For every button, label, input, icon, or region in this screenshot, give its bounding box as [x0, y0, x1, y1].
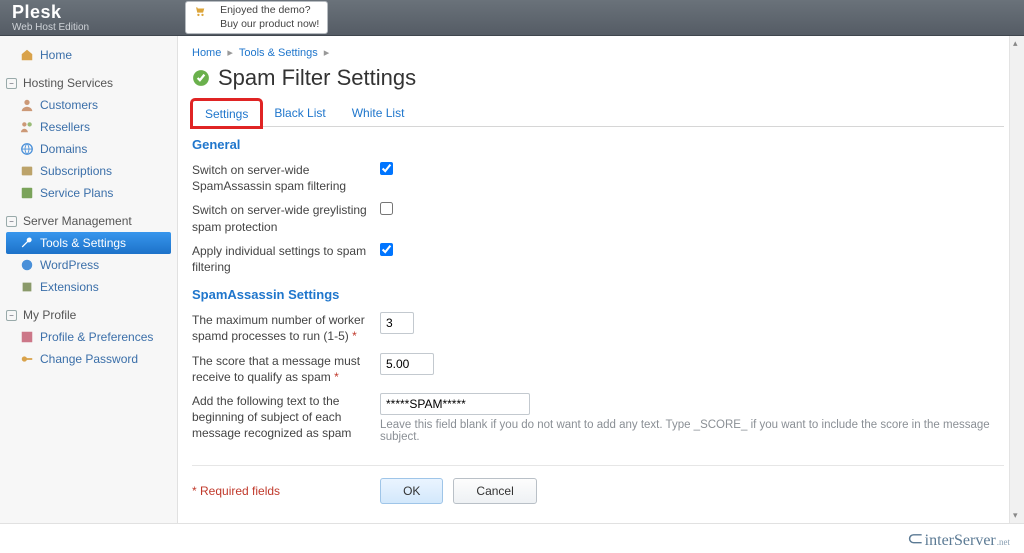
input-spam-score[interactable] [380, 353, 434, 375]
scrollbar[interactable] [1009, 36, 1024, 523]
checkbox-serverwide-filter[interactable] [380, 162, 393, 175]
divider [192, 465, 1004, 466]
section-spamassassin: SpamAssassin Settings [192, 287, 1004, 302]
tab-blacklist[interactable]: Black List [261, 99, 338, 126]
sidebar-group-hosting[interactable]: − Hosting Services [0, 66, 177, 94]
footer: ⊂interServer.net [0, 523, 1024, 553]
sidebar-item-domains[interactable]: Domains [0, 138, 177, 160]
demo-line2: Buy our product now! [220, 18, 319, 31]
label-individual-settings: Apply individual settings to spam filter… [192, 243, 368, 275]
demo-line1: Enjoyed the demo? [220, 4, 319, 17]
sidebar-item-extensions[interactable]: Extensions [0, 276, 177, 298]
breadcrumb: Home ▸ Tools & Settings ▸ [192, 46, 1004, 59]
input-subject-prefix[interactable] [380, 393, 530, 415]
sidebar-group-profile[interactable]: − My Profile [0, 298, 177, 326]
sidebar-item-tools-settings[interactable]: Tools & Settings [6, 232, 171, 254]
label-serverwide-filter: Switch on server-wide SpamAssassin spam … [192, 162, 368, 194]
tab-settings[interactable]: Settings [192, 100, 261, 127]
cart-icon [192, 5, 206, 19]
ok-button[interactable]: OK [380, 478, 443, 504]
subscription-icon [20, 164, 34, 178]
chevron-right-icon: ▸ [324, 46, 330, 59]
sidebar: Home − Hosting Services Customers Resell… [0, 36, 178, 523]
label-greylist: Switch on server-wide greylisting spam p… [192, 202, 368, 234]
sidebar-item-resellers[interactable]: Resellers [0, 116, 177, 138]
cancel-button[interactable]: Cancel [453, 478, 536, 504]
chevron-right-icon: ▸ [227, 46, 233, 59]
sidebar-item-label: Customers [40, 98, 98, 112]
required-fields-note: * Required fields [192, 484, 280, 498]
checkbox-greylist[interactable] [380, 202, 393, 215]
sidebar-group-label: Server Management [23, 214, 132, 228]
home-icon [20, 48, 34, 62]
plans-icon [20, 186, 34, 200]
required-marker: * [352, 329, 357, 343]
wordpress-icon [20, 258, 34, 272]
sidebar-item-profile-prefs[interactable]: Profile & Preferences [0, 326, 177, 348]
sidebar-group-label: My Profile [23, 308, 76, 322]
sidebar-item-label: Subscriptions [40, 164, 112, 178]
sidebar-item-label: Service Plans [40, 186, 113, 200]
sidebar-item-subscriptions[interactable]: Subscriptions [0, 160, 177, 182]
check-circle-icon [192, 69, 210, 87]
brand-title: Plesk [12, 3, 89, 21]
label-subject-prefix: Add the following text to the beginning … [192, 393, 368, 442]
breadcrumb-tools[interactable]: Tools & Settings [239, 47, 318, 59]
required-marker: * [334, 370, 339, 384]
main-content: Home ▸ Tools & Settings ▸ Spam Filter Se… [178, 36, 1024, 523]
puzzle-icon [20, 280, 34, 294]
brand-subtitle: Web Host Edition [12, 23, 89, 33]
section-general: General [192, 137, 1004, 152]
key-icon [20, 352, 34, 366]
input-worker-processes[interactable] [380, 312, 414, 334]
wrench-icon [20, 236, 34, 250]
users-icon [20, 120, 34, 134]
label-spam-score: The score that a message must receive to… [192, 353, 368, 385]
sidebar-item-home[interactable]: Home [0, 44, 177, 66]
brand: Plesk Web Host Edition [12, 3, 89, 33]
demo-promo[interactable]: Enjoyed the demo? Buy our product now! [185, 1, 328, 33]
sidebar-item-label: Profile & Preferences [40, 330, 153, 344]
user-icon [20, 98, 34, 112]
sidebar-group-label: Hosting Services [23, 76, 113, 90]
sidebar-item-label: Change Password [40, 352, 138, 366]
hint-subject-prefix: Leave this field blank if you do not wan… [380, 419, 1004, 443]
sidebar-item-wordpress[interactable]: WordPress [0, 254, 177, 276]
collapse-icon: − [6, 216, 17, 227]
sidebar-item-label: Resellers [40, 120, 90, 134]
breadcrumb-home[interactable]: Home [192, 47, 221, 59]
tab-whitelist[interactable]: White List [339, 99, 418, 126]
sidebar-item-label: Home [40, 48, 72, 62]
sidebar-item-label: Tools & Settings [40, 236, 126, 250]
collapse-icon: − [6, 78, 17, 89]
sidebar-item-label: Domains [40, 142, 87, 156]
sidebar-item-service-plans[interactable]: Service Plans [0, 182, 177, 204]
collapse-icon: − [6, 310, 17, 321]
sidebar-item-label: WordPress [40, 258, 99, 272]
top-bar: Plesk Web Host Edition Enjoyed the demo?… [0, 0, 1024, 36]
globe-icon [20, 142, 34, 156]
checkbox-individual-settings[interactable] [380, 243, 393, 256]
sidebar-group-server[interactable]: − Server Management [0, 204, 177, 232]
page-title: Spam Filter Settings [218, 65, 416, 91]
profile-icon [20, 330, 34, 344]
tabs: Settings Black List White List [192, 99, 1004, 127]
sidebar-item-label: Extensions [40, 280, 99, 294]
sidebar-item-change-password[interactable]: Change Password [0, 348, 177, 370]
label-worker-processes: The maximum number of worker spamd proce… [192, 312, 368, 344]
sidebar-item-customers[interactable]: Customers [0, 94, 177, 116]
footer-brand: ⊂interServer.net [907, 526, 1010, 551]
